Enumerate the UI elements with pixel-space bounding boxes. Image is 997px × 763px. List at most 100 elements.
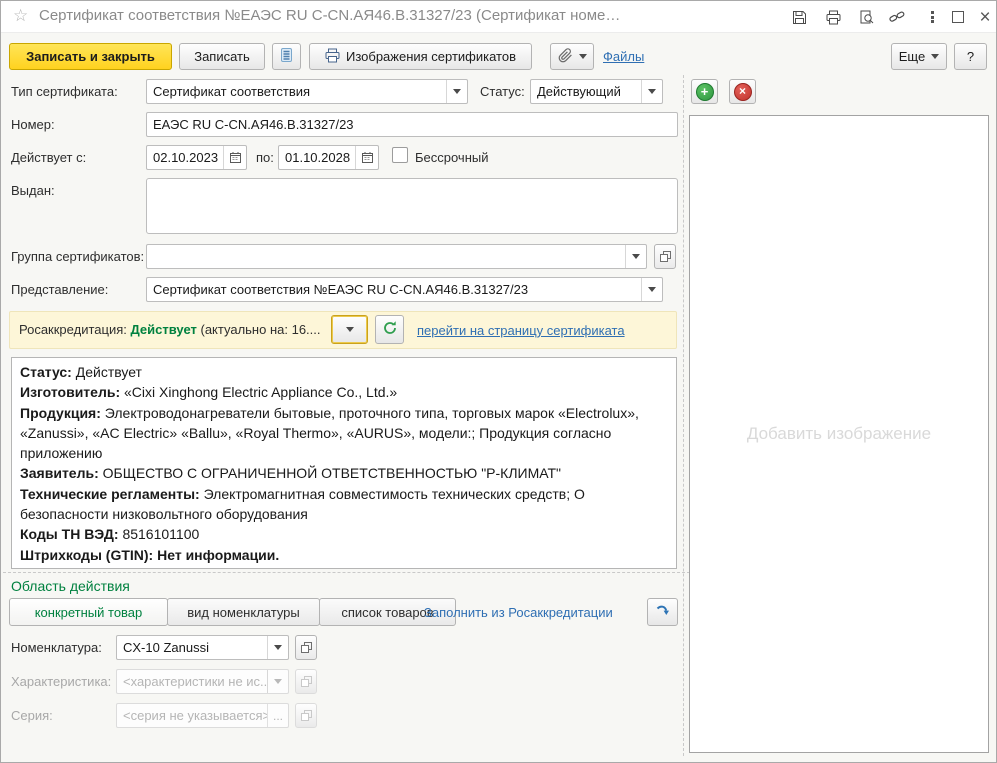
vertical-splitter[interactable] xyxy=(683,75,684,756)
delete-image-button[interactable]: × xyxy=(729,79,756,104)
issued-label: Выдан: xyxy=(11,183,55,198)
help-label: ? xyxy=(966,49,975,64)
group-open-button[interactable] xyxy=(654,244,676,269)
more-button[interactable]: Еще xyxy=(891,43,947,70)
chevron-down-icon[interactable] xyxy=(641,80,662,103)
certificate-type-select[interactable]: Сертификат соответствия xyxy=(146,79,468,104)
image-placeholder-text: Добавить изображение xyxy=(746,424,932,443)
open-icon xyxy=(300,710,312,721)
perpetual-checkbox[interactable] xyxy=(392,147,408,163)
refresh-icon xyxy=(382,320,398,339)
horizontal-splitter[interactable] xyxy=(3,572,690,573)
chevron-down-icon[interactable] xyxy=(267,636,288,659)
more-label: Еще xyxy=(898,49,926,64)
favorite-star-icon[interactable]: ☆ xyxy=(13,6,28,26)
print-preview-icon[interactable] xyxy=(856,7,876,27)
chevron-down-icon[interactable] xyxy=(625,245,646,268)
details-panel: Статус: Действует Изготовитель: «Cixi Xi… xyxy=(11,357,677,569)
window-title: Сертификат соответствия №ЕАЭС RU C-CN.АЯ… xyxy=(39,7,621,24)
save-close-label: Записать и закрыть xyxy=(26,49,155,64)
add-image-button[interactable]: + xyxy=(691,79,718,104)
accreditation-dropdown-button[interactable] xyxy=(331,315,368,344)
group-select[interactable] xyxy=(146,244,647,269)
detail-line: Изготовитель: «Cixi Xinghong Electric Ap… xyxy=(20,384,398,401)
detail-line: Технические регламенты: Электромагнитная… xyxy=(20,485,585,523)
more-vertical-icon[interactable] xyxy=(922,7,942,27)
characteristic-label: Характеристика: xyxy=(11,674,112,689)
accreditation-label: Росаккредитация: xyxy=(19,322,127,337)
maximize-button[interactable] xyxy=(948,7,968,27)
accreditation-text: Росаккредитация: Действует (актуально на… xyxy=(19,322,321,337)
chevron-down-icon xyxy=(267,670,288,693)
status-select[interactable]: Действующий xyxy=(530,79,663,104)
fill-from-accreditation-link[interactable]: Заполнить из Росаккредитации xyxy=(424,605,613,620)
certificate-page-link-label: перейти на страницу сертификата xyxy=(417,323,625,338)
calendar-icon[interactable] xyxy=(223,146,246,169)
delete-cross-icon: × xyxy=(733,82,752,101)
refresh-button[interactable] xyxy=(375,315,404,344)
detail-line: Статус: Действует xyxy=(20,364,142,380)
series-placeholder: <серия не указывается> xyxy=(123,708,267,723)
link-icon[interactable] xyxy=(887,7,907,27)
chevron-down-icon xyxy=(578,54,587,59)
tab-label: конкретный товар xyxy=(34,604,143,620)
nomenclature-open-button[interactable] xyxy=(295,635,317,660)
number-label: Номер: xyxy=(11,117,55,132)
help-button[interactable]: ? xyxy=(954,43,987,70)
certificate-list-button[interactable] xyxy=(272,43,301,70)
certificate-window: ☆ Сертификат соответствия №ЕАЭС RU C-CN.… xyxy=(0,0,997,763)
series-more-button: ... xyxy=(267,704,288,727)
status-value: Действующий xyxy=(537,84,621,99)
certificate-images-label: Изображения сертификатов xyxy=(345,49,517,64)
group-label: Группа сертификатов: xyxy=(11,249,145,264)
fill-button[interactable] xyxy=(647,598,678,626)
tab-specific-product[interactable]: конкретный товар xyxy=(9,598,168,626)
perpetual-label[interactable]: Бессрочный xyxy=(415,150,489,165)
characteristic-select: <характеристики не ис... xyxy=(116,669,289,694)
files-link[interactable]: Файлы xyxy=(603,49,644,64)
attachments-button[interactable] xyxy=(550,43,594,70)
image-dropzone[interactable]: Добавить изображение xyxy=(689,115,989,753)
chevron-down-icon xyxy=(931,54,940,59)
number-input[interactable]: ЕАЭС RU C-CN.АЯ46.В.31327/23 xyxy=(146,112,678,137)
save-close-button[interactable]: Записать и закрыть xyxy=(9,43,172,70)
certificate-type-label: Тип сертификата: xyxy=(11,84,118,99)
chevron-down-icon[interactable] xyxy=(446,80,467,103)
presentation-value: Сертификат соответствия №ЕАЭС RU C-CN.АЯ… xyxy=(153,282,529,297)
paperclip-icon xyxy=(558,47,573,66)
characteristic-placeholder: <характеристики не ис... xyxy=(123,674,267,689)
certificate-page-link[interactable]: перейти на страницу сертификата xyxy=(417,323,625,338)
detail-line: Продукция: Электроводонагреватели бытовы… xyxy=(20,404,639,462)
valid-to-input[interactable]: 01.10.2028 xyxy=(278,145,379,170)
tab-label: список товаров xyxy=(341,604,434,620)
calendar-icon[interactable] xyxy=(355,146,378,169)
stack-icon xyxy=(279,47,294,66)
certificate-type-value: Сертификат соответствия xyxy=(153,84,311,99)
title-bar: ☆ Сертификат соответствия №ЕАЭС RU C-CN.… xyxy=(1,1,996,33)
save-button[interactable]: Записать xyxy=(179,43,265,70)
certificate-images-button[interactable]: Изображения сертификатов xyxy=(309,43,532,70)
print-icon[interactable] xyxy=(823,7,843,27)
chevron-down-icon[interactable] xyxy=(641,278,662,301)
series-field: <серия не указывается> ... xyxy=(116,703,289,728)
valid-to-value: 01.10.2028 xyxy=(285,150,351,165)
close-button[interactable]: × xyxy=(975,7,995,27)
tab-label: вид номенклатуры xyxy=(187,604,300,620)
issued-textarea[interactable] xyxy=(146,178,678,234)
tab-nomenclature-kind[interactable]: вид номенклатуры xyxy=(167,598,320,626)
valid-to-label: по: xyxy=(256,150,274,165)
series-open-button xyxy=(295,703,317,728)
save-icon[interactable] xyxy=(789,7,809,27)
accreditation-status: Действует xyxy=(130,322,197,337)
presentation-label: Представление: xyxy=(11,282,109,297)
open-icon xyxy=(659,251,671,262)
valid-from-input[interactable]: 02.10.2023 xyxy=(146,145,247,170)
nomenclature-select[interactable]: CX-10 Zanussi xyxy=(116,635,289,660)
scope-title: Область действия xyxy=(11,578,130,594)
status-label: Статус: xyxy=(480,84,525,99)
presentation-select[interactable]: Сертификат соответствия №ЕАЭС RU C-CN.АЯ… xyxy=(146,277,663,302)
series-label: Серия: xyxy=(11,708,53,723)
accreditation-note: (актуально на: 16.... xyxy=(200,322,321,337)
curved-arrow-icon xyxy=(655,603,671,622)
fill-from-accreditation-label: Заполнить из Росаккредитации xyxy=(424,605,613,620)
